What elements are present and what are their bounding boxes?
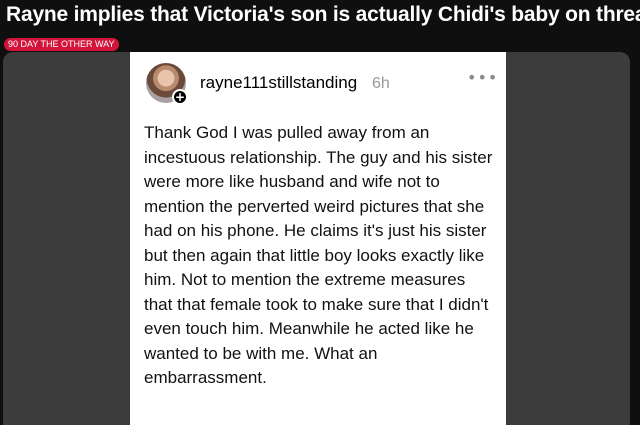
post-image[interactable]: + rayne111stillstanding 6h ••• Thank God… [3, 52, 630, 425]
post-body: Thank God I was pulled away from an ince… [144, 123, 493, 387]
avatar: + [146, 63, 188, 105]
flair-badge[interactable]: 90 DAY THE OTHER WAY [4, 38, 119, 51]
more-horizontal-icon: ••• [467, 68, 499, 87]
plus-icon: + [172, 89, 188, 105]
post-time: 6h [372, 75, 390, 92]
threads-post-card: + rayne111stillstanding 6h ••• Thank God… [130, 52, 506, 425]
page: Rayne implies that Victoria's son is act… [0, 0, 640, 425]
username: rayne111stillstanding [200, 73, 358, 92]
post-title[interactable]: Rayne implies that Victoria's son is act… [6, 0, 640, 30]
